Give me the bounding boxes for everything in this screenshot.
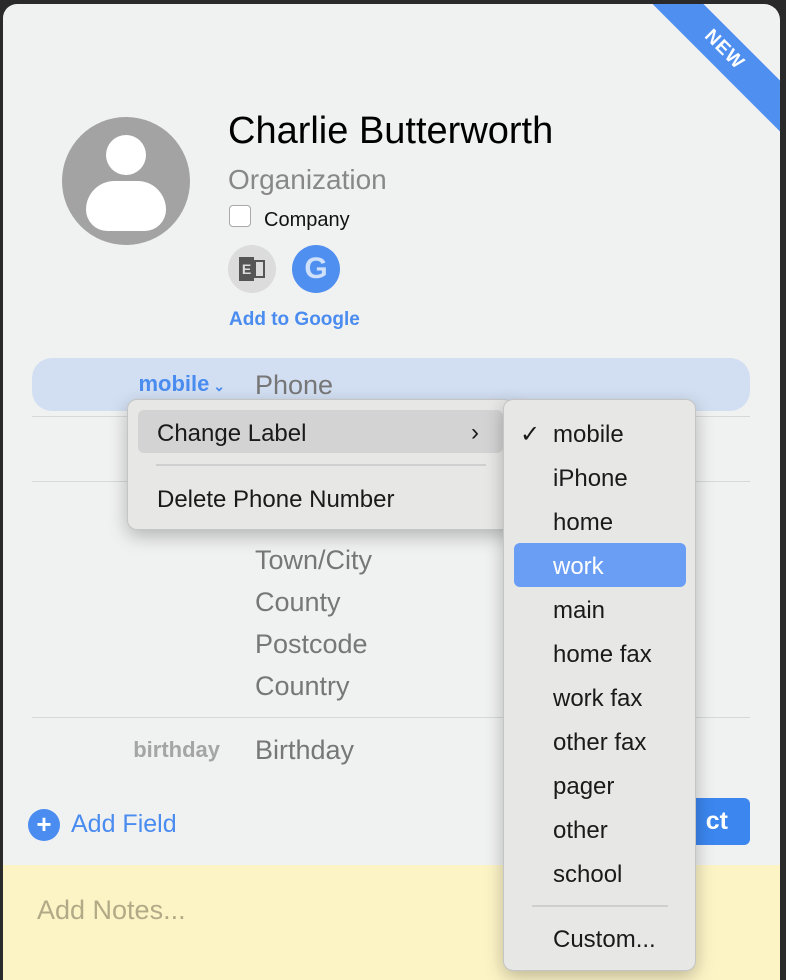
menu-item-home-fax[interactable]: home fax bbox=[553, 641, 652, 669]
menu-item-home[interactable]: home bbox=[553, 509, 613, 537]
exchange-icon[interactable]: E bbox=[228, 245, 276, 293]
checkmark-icon: ✓ bbox=[520, 421, 541, 448]
menu-item-mobile[interactable]: mobile bbox=[553, 421, 624, 449]
contact-name[interactable]: Charlie Butterworth bbox=[228, 110, 553, 153]
menu-item-school[interactable]: school bbox=[553, 861, 622, 889]
address-city-field[interactable]: Town/City bbox=[255, 545, 372, 576]
organization-field[interactable]: Organization bbox=[228, 164, 387, 196]
menu-item-other-fax[interactable]: other fax bbox=[553, 729, 646, 757]
address-county-field[interactable]: County bbox=[255, 587, 341, 618]
birthday-label: birthday bbox=[133, 737, 220, 762]
address-country-field[interactable]: Country bbox=[255, 671, 350, 702]
company-label: Company bbox=[264, 209, 350, 231]
add-field-button[interactable]: Add Field bbox=[71, 810, 177, 839]
notes-placeholder: Add Notes... bbox=[37, 895, 186, 925]
phone-field[interactable]: Phone bbox=[255, 370, 333, 401]
google-icon[interactable]: G bbox=[292, 245, 340, 293]
menu-item-work[interactable]: work bbox=[553, 553, 604, 581]
phone-label: mobile bbox=[138, 371, 210, 396]
menu-item-other[interactable]: other bbox=[553, 817, 608, 845]
plus-icon[interactable]: + bbox=[28, 809, 60, 841]
new-badge: NEW bbox=[640, 4, 780, 134]
menu-item-work-fax[interactable]: work fax bbox=[553, 685, 642, 713]
address-postcode-field[interactable]: Postcode bbox=[255, 629, 368, 660]
chevron-right-icon: › bbox=[471, 419, 479, 446]
menu-item-main[interactable]: main bbox=[553, 597, 605, 625]
change-label-text: Change Label bbox=[157, 420, 307, 447]
menu-item-iphone[interactable]: iPhone bbox=[553, 465, 628, 493]
add-to-google-link[interactable]: Add to Google bbox=[229, 309, 360, 331]
menu-item-delete-phone[interactable]: Delete Phone Number bbox=[157, 486, 394, 514]
context-menu: Change Label › Delete Phone Number bbox=[127, 399, 514, 530]
chevron-down-icon: ⌄ bbox=[209, 378, 225, 394]
birthday-field[interactable]: Birthday bbox=[255, 735, 354, 766]
menu-item-pager[interactable]: pager bbox=[553, 773, 614, 801]
menu-separator bbox=[156, 464, 486, 466]
menu-separator bbox=[532, 905, 668, 907]
avatar[interactable] bbox=[62, 117, 190, 245]
company-checkbox[interactable] bbox=[229, 205, 251, 227]
label-submenu: Custom... mobile ✓ iPhone home work main home … bbox=[503, 399, 696, 971]
menu-item-custom[interactable]: Custom... bbox=[553, 926, 656, 954]
phone-label-dropdown[interactable]: mobile ⌄ bbox=[138, 371, 225, 397]
